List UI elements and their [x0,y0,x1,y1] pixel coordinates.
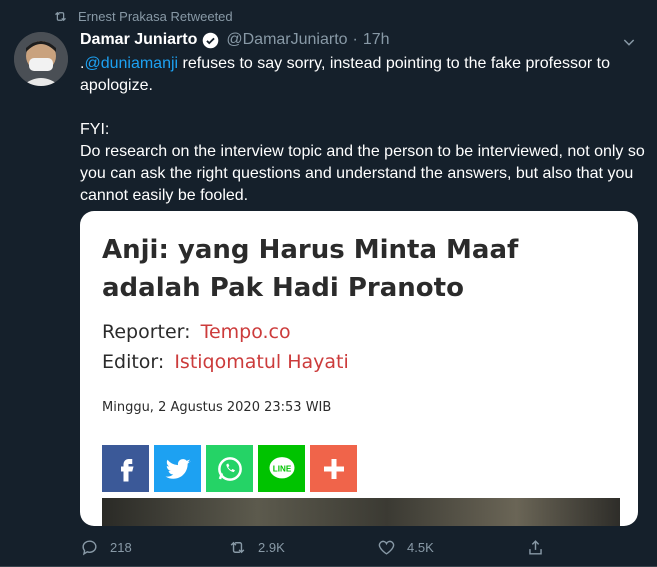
share-icon [529,540,542,555]
editor-label: Editor: [102,351,165,373]
retweet-button[interactable]: 2.9K [228,538,285,557]
chevron-down-icon[interactable] [621,34,637,50]
retweet-action-icon [230,541,245,554]
heart-icon [378,540,395,555]
reporter-value: Tempo.co [200,321,291,343]
whatsapp-icon [217,456,242,481]
tweet-text: .@duniamanji refuses to say sorry, inste… [80,53,650,207]
reply-count: 218 [110,540,132,555]
like-button[interactable]: 4.5K [377,538,434,557]
retweet-context: Ernest Prakasa Retweeted [53,9,233,24]
avatar-image [14,32,68,86]
twitter-bird-icon [165,458,190,479]
editor-value: Istiqomatul Hayati [174,351,349,373]
separator-dot: · [352,31,358,48]
article-date: Minggu, 2 Agustus 2020 23:53 WIB [102,400,332,415]
author-name[interactable]: Damar Juniarto [80,31,197,49]
tweet-actions: 218 2.9K 4.5K [80,538,560,560]
avatar[interactable] [14,32,68,86]
line-share-button: LINE [258,445,305,492]
editor-row: Editor: Istiqomatul Hayati [102,351,349,373]
reply-icon [82,540,97,556]
plus-icon [323,458,344,479]
fyi-label: FYI: [80,121,110,138]
mention-link[interactable]: @duniamanji [84,55,178,72]
facebook-icon [120,458,133,481]
line-icon: LINE [269,456,294,478]
share-buttons: LINE [102,445,357,492]
reporter-row: Reporter: Tempo.co [102,321,291,343]
article-title: Anji: yang Harus Minta Maaf adalah Pak H… [102,235,519,303]
tweet-time[interactable]: 17h [363,31,390,49]
tweet-header: Damar Juniarto @DamarJuniarto · 17h [80,31,390,49]
line-icon-label: LINE [272,464,291,473]
article-photo [102,498,620,526]
retweet-icon [55,11,66,22]
share-button[interactable] [526,538,545,557]
retweet-label[interactable]: Ernest Prakasa Retweeted [78,9,233,24]
author-handle[interactable]: @DamarJuniarto [226,31,347,49]
verified-badge-icon [203,32,219,48]
retweet-count: 2.9K [258,540,285,555]
like-count: 4.5K [407,540,434,555]
more-share-button [310,445,357,492]
media-card[interactable]: Anji: yang Harus Minta Maaf adalah Pak H… [80,211,638,526]
facebook-share-button [102,445,149,492]
reporter-label: Reporter: [102,321,191,343]
reply-button[interactable]: 218 [80,538,132,557]
twitter-share-button [154,445,201,492]
tweet-body: Do research on the interview topic and t… [80,143,645,204]
whatsapp-share-button [206,445,253,492]
